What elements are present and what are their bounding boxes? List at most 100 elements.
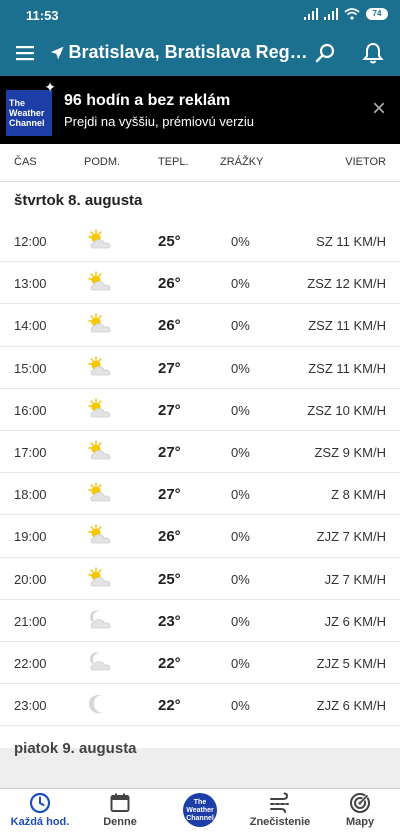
row-time: 19:00	[14, 529, 47, 545]
row-precipitation: 0%	[231, 698, 250, 714]
row-wind: ZSZ 11 KM/H	[308, 360, 386, 376]
signal-icon	[304, 8, 318, 20]
partly-sunny-icon	[86, 566, 114, 589]
row-wind: ZJZ 6 KM/H	[316, 698, 386, 714]
partly-sunny-icon	[86, 229, 114, 251]
row-wind: ZJZ 7 KM/H	[316, 529, 386, 545]
battery-indicator: 74	[366, 8, 388, 20]
premium-promo-banner[interactable]: The Weather Channel ✦ 96 hodín a bez rek…	[0, 76, 400, 144]
hourly-forecast-list: 12:00 25° 0% SZ 11 KM/H 13:00 26° 0% ZSZ 12 KM/…	[0, 220, 400, 727]
row-precipitation: 0%	[231, 360, 250, 376]
sparkle-icon: ✦	[44, 79, 56, 95]
row-time: 16:00	[14, 402, 47, 418]
nav-hourly-label: Každá hod.	[10, 816, 70, 828]
table-row[interactable]: 17:00 27° 0% ZSZ 9 KM/H	[0, 431, 400, 474]
partly-sunny-icon	[86, 440, 114, 462]
row-wind: ZJZ 5 KM/H	[316, 655, 386, 671]
app-bar: Bratislava, Bratislava Region ...	[0, 30, 400, 76]
promo-subtitle: Prejdi na vyššiu, prémiovú verziu	[64, 114, 255, 129]
table-row[interactable]: 16:00 27° 0% ZSZ 10 KM/H	[0, 389, 400, 431]
row-time: 12:00	[14, 234, 47, 249]
row-precipitation: 0%	[231, 655, 250, 671]
row-temperature: 27°	[158, 401, 181, 419]
table-row[interactable]: 14:00 26° 0% ZSZ 11 KM/H	[0, 304, 400, 347]
bell-icon[interactable]	[360, 41, 386, 65]
close-icon[interactable]: ×	[368, 97, 390, 121]
row-time: 21:00	[14, 613, 47, 629]
nav-daily[interactable]: Denne	[80, 791, 160, 828]
row-temperature: 27°	[158, 359, 181, 377]
row-wind: ZSZ 10 KM/H	[307, 402, 386, 418]
row-time: 13:00	[14, 276, 47, 292]
location-arrow-icon	[50, 46, 64, 59]
table-row[interactable]: 23:00 22° 0% ZJZ 6 KM/H	[0, 684, 400, 727]
location-selector[interactable]: Bratislava, Bratislava Region ...	[50, 42, 312, 63]
nav-pollution[interactable]: Znečistenie	[240, 791, 320, 828]
row-temperature: 23°	[158, 612, 181, 630]
clear-night-icon	[86, 693, 114, 715]
row-temperature: 26°	[158, 317, 181, 335]
status-icons: 74	[304, 8, 388, 20]
table-row[interactable]: 19:00 26° 0% ZJZ 7 KM/H	[0, 515, 400, 558]
row-temperature: 27°	[158, 486, 181, 504]
row-wind: ZSZ 12 KM/H	[307, 276, 386, 292]
partly-sunny-icon	[86, 313, 114, 335]
row-precipitation: 0%	[231, 402, 250, 418]
partly-sunny-icon	[86, 482, 114, 504]
weather-channel-logo: The Weather Channel ✦	[6, 80, 56, 136]
row-time: 17:00	[14, 444, 47, 460]
row-time: 14:00	[14, 318, 47, 334]
table-header: ČAS PODM. TEPL. ZRÁŽKY VIETOR	[0, 144, 400, 182]
row-wind: ZSZ 11 KM/H	[308, 318, 386, 334]
table-row[interactable]: 12:00 25° 0% SZ 11 KM/H	[0, 220, 400, 263]
row-wind: JZ 7 KM/H	[324, 571, 386, 587]
column-header-precipitation: ZRÁŽKY	[220, 156, 264, 168]
row-precipitation: 0%	[231, 487, 250, 503]
table-row[interactable]: 15:00 27° 0% ZSZ 11 KM/H	[0, 347, 400, 389]
row-precipitation: 0%	[231, 276, 250, 292]
column-header-condition: PODM.	[84, 156, 121, 168]
partly-sunny-icon	[86, 398, 114, 420]
nav-hourly[interactable]: Každá hod.	[0, 791, 80, 828]
partly-cloudy-night-icon	[86, 651, 114, 673]
table-row[interactable]: 20:00 25° 0% JZ 7 KM/H	[0, 558, 400, 600]
status-time: 11:53	[26, 8, 59, 23]
partly-sunny-icon	[86, 524, 114, 546]
weather-channel-logo-icon: The Weather Channel	[183, 793, 217, 827]
day-header: štvrtok 8. augusta	[14, 192, 143, 209]
wifi-icon	[344, 8, 360, 20]
nav-maps[interactable]: Mapy	[320, 791, 400, 828]
row-time: 15:00	[14, 360, 47, 376]
next-day-header: piatok 9. augusta	[14, 740, 137, 757]
row-temperature: 26°	[158, 528, 181, 546]
bottom-navigation: Každá hod. Denne The Weather Channel Zne…	[0, 788, 400, 832]
status-bar: 11:53 74	[0, 0, 400, 30]
row-time: 23:00	[14, 698, 47, 714]
row-precipitation: 0%	[231, 571, 250, 587]
radar-icon	[350, 793, 370, 813]
calendar-icon	[110, 793, 130, 812]
signal-icon-2	[324, 8, 338, 20]
clock-icon	[29, 792, 51, 814]
nav-pollution-label: Znečistenie	[249, 816, 311, 828]
row-wind: SZ 11 KM/H	[316, 234, 386, 249]
table-row[interactable]: 18:00 27° 0% Z 8 KM/H	[0, 473, 400, 516]
hamburger-menu-icon[interactable]	[12, 41, 38, 65]
row-temperature: 25°	[158, 233, 181, 250]
location-name: Bratislava, Bratislava Region ...	[68, 42, 312, 62]
table-row[interactable]: 22:00 22° 0% ZJZ 5 KM/H	[0, 642, 400, 685]
column-header-time: ČAS	[14, 156, 37, 168]
partly-sunny-icon	[86, 355, 114, 378]
row-precipitation: 0%	[231, 234, 250, 249]
row-wind: JZ 6 KM/H	[324, 613, 386, 629]
row-wind: Z 8 KM/H	[331, 487, 386, 503]
table-row[interactable]: 13:00 26° 0% ZSZ 12 KM/H	[0, 262, 400, 305]
row-precipitation: 0%	[231, 613, 250, 629]
wind-icon	[270, 792, 289, 813]
row-temperature: 22°	[158, 654, 181, 672]
search-icon[interactable]	[314, 41, 338, 65]
partly-sunny-icon	[86, 271, 114, 293]
table-row[interactable]: 21:00 23° 0% JZ 6 KM/H	[0, 600, 400, 642]
nav-weather-channel[interactable]: The Weather Channel	[160, 793, 240, 827]
row-precipitation: 0%	[231, 444, 250, 460]
